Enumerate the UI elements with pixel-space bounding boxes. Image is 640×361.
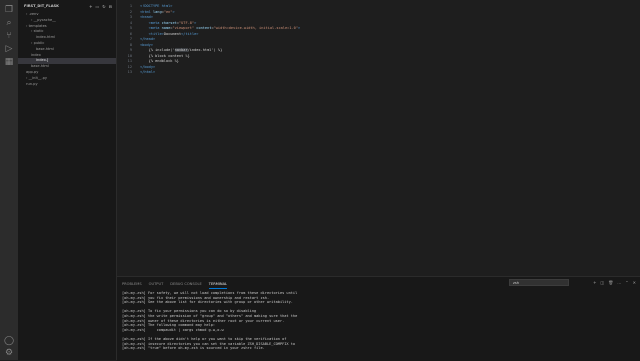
- project-title[interactable]: FIRST_DIT_FLASK: [24, 4, 59, 8]
- close-icon[interactable]: ✕: [633, 280, 636, 285]
- code-token: <html: [140, 9, 153, 14]
- terminal-line: [oh-my-zsh] "true" before oh-my-zsh is s…: [122, 346, 265, 351]
- code-token: navbar: [174, 48, 188, 52]
- more-icon[interactable]: …: [617, 280, 621, 285]
- code-token: <meta: [148, 26, 162, 30]
- code-token: >: [172, 9, 175, 14]
- add-terminal-icon[interactable]: +: [593, 280, 596, 285]
- bottom-panel: PROBLEMS OUTPUT DEBUG CONSOLE TERMINAL zsh …: [117, 276, 640, 361]
- code-token: <body>: [140, 42, 153, 47]
- panel-tabs: PROBLEMS OUTPUT DEBUG CONSOLE TERMINAL: [122, 280, 228, 289]
- tab-output[interactable]: OUTPUT: [149, 280, 164, 288]
- code-token: name: [161, 26, 171, 30]
- search-icon[interactable]: ⌕: [4, 18, 14, 28]
- code-token: Document: [163, 31, 182, 36]
- collapse-icon[interactable]: ⊟: [109, 4, 112, 9]
- trash-icon[interactable]: 🗑: [608, 280, 613, 285]
- code-token: "viewport": [172, 26, 195, 30]
- code-token: </body>: [140, 64, 156, 69]
- maximize-icon[interactable]: ⌃: [625, 280, 628, 285]
- code-line[interactable]: 13 </html>: [117, 70, 155, 76]
- explorer-header: FIRST_DIT_FLASK + ▭ ↻ ⊟: [18, 0, 116, 12]
- file-tree: › .venv › __pycache__ › templates › static …: [18, 12, 116, 87]
- code-editor[interactable]: 1 <!DOCTYPE html> 2 <html lang="en"> 3 <head>…: [117, 0, 640, 276]
- code-token: <head>: [140, 15, 153, 19]
- tab-debug-console[interactable]: DEBUG CONSOLE: [170, 280, 201, 288]
- run-debug-icon[interactable]: ▷: [4, 44, 14, 54]
- code-token: <meta: [148, 20, 162, 25]
- account-icon[interactable]: ◯: [4, 336, 14, 346]
- code-token: charset: [161, 20, 177, 25]
- code-token: </head>: [140, 37, 156, 41]
- terminal-line: [oh-my-zsh] See the above list for direc…: [122, 300, 293, 305]
- code-token: >: [194, 20, 197, 25]
- code-token: "UTF-8": [178, 20, 195, 25]
- code-token: {% block content %}: [140, 53, 190, 58]
- split-terminal-icon[interactable]: ◫: [600, 280, 604, 285]
- code-token: lang: [152, 9, 162, 14]
- files-icon[interactable]: ❐: [4, 5, 14, 15]
- refresh-icon[interactable]: ↻: [102, 4, 105, 9]
- tab-terminal[interactable]: TERMINAL: [208, 280, 228, 289]
- code-token: </html>: [140, 70, 156, 74]
- code-token: >: [298, 26, 301, 30]
- tree-item[interactable]: run.py: [18, 82, 116, 88]
- line-number: 13: [127, 70, 132, 74]
- terminal-selector[interactable]: zsh: [509, 279, 569, 286]
- new-folder-icon[interactable]: ▭: [96, 4, 100, 9]
- code-token: content: [196, 26, 212, 30]
- code-token: {% endblock %}: [140, 59, 179, 63]
- explorer-sidebar: FIRST_DIT_FLASK + ▭ ↻ ⊟ › .venv › __pycac…: [18, 0, 117, 360]
- extensions-icon[interactable]: ▦: [4, 57, 14, 67]
- gear-icon[interactable]: ⚙: [4, 348, 14, 358]
- source-control-icon[interactable]: ⑂: [4, 31, 14, 41]
- activity-bar: ❐ ⌕ ⑂ ▷ ▦ ◯ ⚙: [0, 0, 18, 360]
- code-token: </title>: [181, 31, 199, 36]
- code-token: /index.html') %}: [187, 48, 223, 52]
- tab-problems[interactable]: PROBLEMS: [122, 280, 142, 288]
- code-token: <title>: [148, 31, 164, 36]
- terminal-line: [oh-my-zsh] compaudit | xargs chmod g-w,…: [122, 327, 224, 332]
- new-file-icon[interactable]: +: [89, 4, 92, 9]
- code-token: <!DOCTYPE html>: [140, 4, 173, 8]
- code-token: {% include(': [140, 48, 175, 52]
- code-token: "width=device-width, initial-scale=1.0": [213, 26, 298, 30]
